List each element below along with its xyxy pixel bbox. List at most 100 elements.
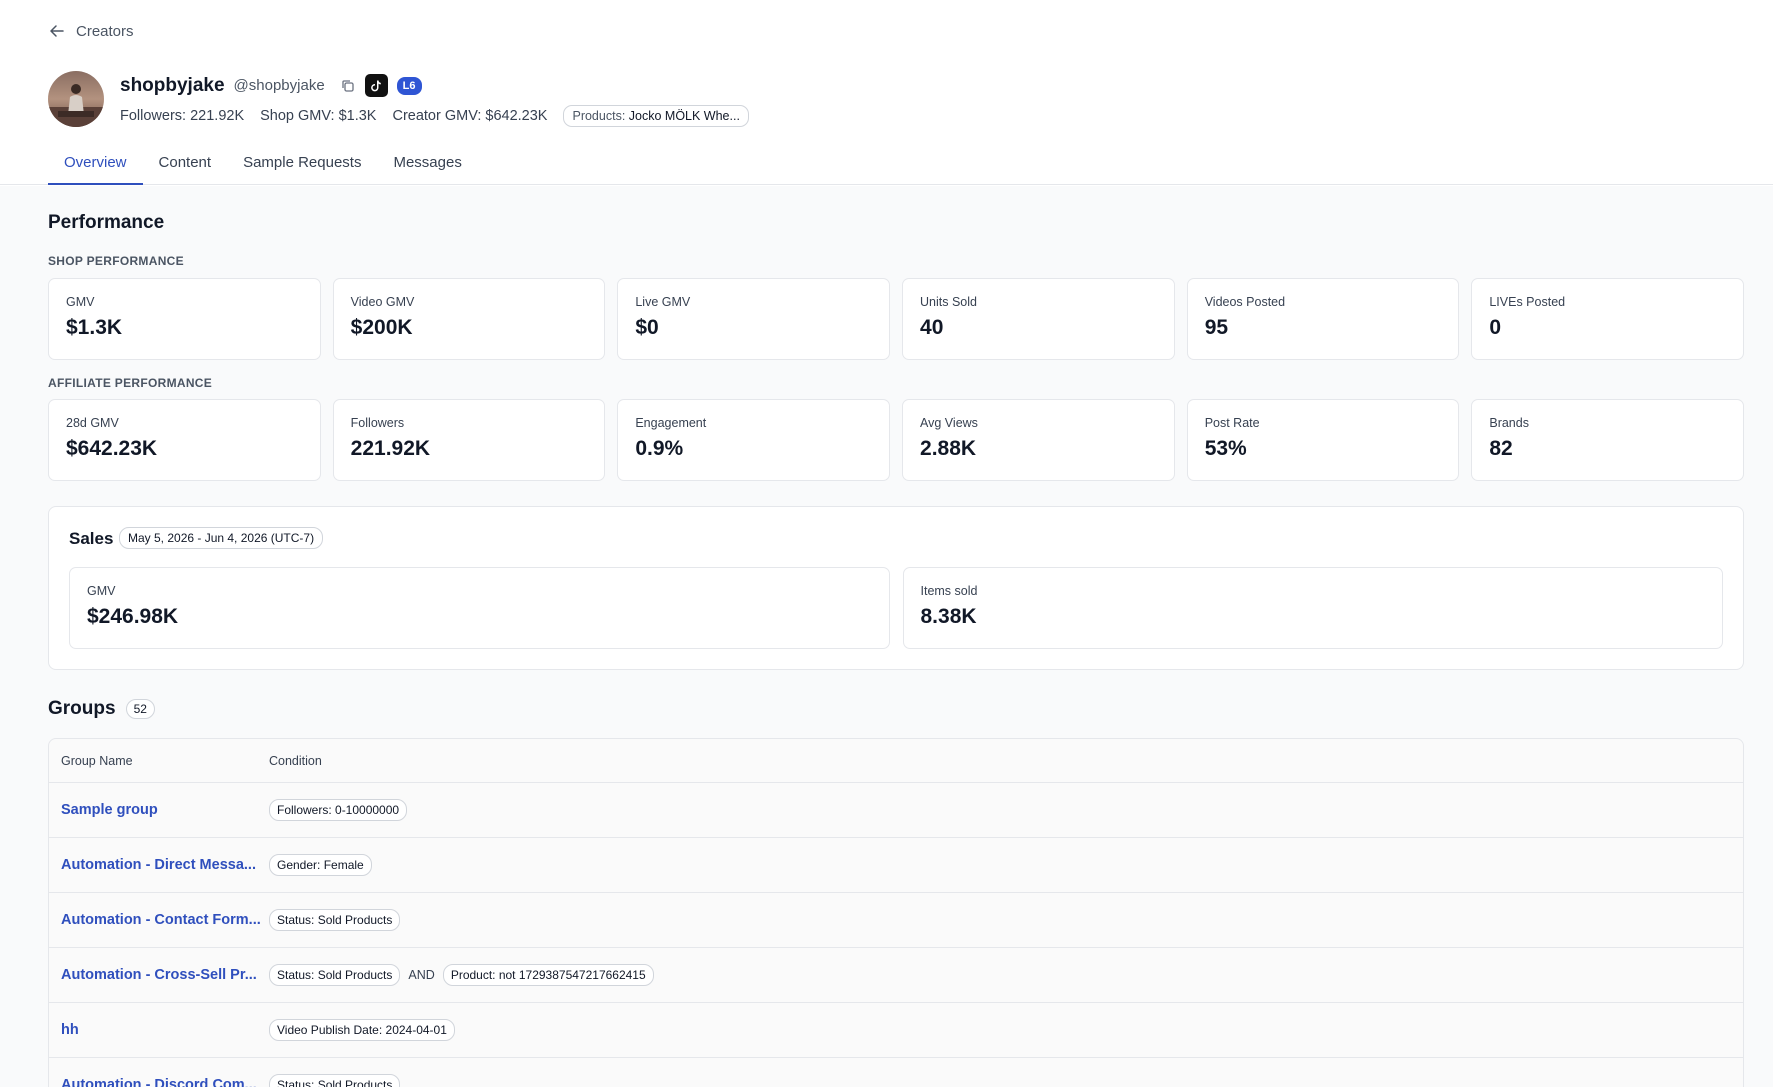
metric-label: Live GMV [635,295,691,309]
metric-value: 95 [1204,316,1229,339]
metric-card: Units Sold 40 [902,278,1175,360]
back-link[interactable]: Creators [48,22,134,40]
metric-card: Post Rate 53% [1186,399,1460,481]
groups-heading: Groups 52 [48,698,155,720]
shop-performance-label: SHOP PERFORMANCE [48,254,184,268]
group-name-link[interactable]: hh [49,1022,269,1038]
creator-handle: @shopbyjake [233,77,325,94]
table-header: Group Name Condition [49,739,1743,783]
metric-label: Engagement [635,416,707,430]
condition-operator: AND [408,968,435,982]
products-label: Products: [572,109,626,123]
condition-cell: Video Publish Date: 2024-04-01 [269,1019,455,1041]
condition-cell: Followers: 0-10000000 [269,799,408,821]
condition-chip: Video Publish Date: 2024-04-01 [269,1019,455,1041]
condition-chip: Gender: Female [269,854,372,876]
metric-card: Videos Posted 95 [1186,278,1460,360]
creator-stats: Followers: 221.92K Shop GMV: $1.3K Creat… [120,105,749,127]
condition-chip: Product: not 1729387547217662415 [442,964,654,986]
condition-cell: Status: Sold Products AND Product: not 1… [269,964,654,986]
tab-bar: Overview Content Sample Requests Message… [48,150,478,185]
metric-label: 28d GMV [66,416,119,430]
metric-value: 2.88K [920,437,977,460]
metric-card: GMV $1.3K [48,278,321,360]
creator-name: shopbyjake [120,74,225,96]
metric-label: Video GMV [350,295,415,309]
tab-messages[interactable]: Messages [377,150,477,185]
metric-card: Brands 82 [1471,399,1745,481]
metric-value: 40 [920,316,944,339]
metric-label: GMV [87,584,116,598]
sales-panel: Sales May 5, 2026 - Jun 4, 2026 (UTC-7) … [48,506,1744,670]
metric-card: Video GMV $200K [332,278,606,360]
tiktok-icon [364,74,388,97]
metric-label: Brands [1489,416,1529,430]
group-name-link[interactable]: Automation - Direct Messa... [49,857,269,873]
shop-gmv-stat: Shop GMV: $1.3K [260,108,377,124]
copy-icon[interactable] [340,78,356,94]
group-name-link[interactable]: Automation - Discord Com... [49,1077,269,1087]
back-label: Creators [76,22,134,40]
products-chip[interactable]: Products: Jocko MÖLK Whe... [563,105,749,127]
condition-chip: Status: Sold Products [269,964,401,986]
metric-card: 28d GMV $642.23K [48,399,321,481]
products-value: Jocko MÖLK Whe... [628,109,740,123]
table-row: Automation - Direct Messa... Gender: Fem… [49,838,1743,893]
metric-value: 0.9% [635,437,684,460]
metric-card: Engagement 0.9% [617,399,891,481]
metric-card: Followers 221.92K [332,399,606,481]
condition-chip: Status: Sold Products [269,1074,401,1087]
metric-card: Live GMV $0 [617,278,891,360]
condition-cell: Gender: Female [269,854,372,876]
metric-label: GMV [66,295,95,309]
metric-label: Units Sold [920,295,977,309]
groups-table: Group Name Condition Sample group Follow… [48,738,1744,1087]
metric-value: $200K [350,316,413,339]
metric-value: 221.92K [350,437,431,460]
column-group-name: Group Name [61,753,133,768]
metric-value: $642.23K [66,437,158,460]
date-range-chip[interactable]: May 5, 2026 - Jun 4, 2026 (UTC-7) [119,527,324,549]
creator-identity: shopbyjake @shopbyjake L6 [120,74,422,97]
table-row: Sample group Followers: 0-10000000 [49,783,1743,838]
group-name-link[interactable]: Automation - Contact Form... [49,912,269,928]
sales-cards: GMV $246.98K Items sold 8.38K [69,567,1723,649]
metric-label: Avg Views [920,416,978,430]
groups-title: Groups [48,698,116,719]
tab-overview[interactable]: Overview [48,150,143,185]
creator-gmv-stat: Creator GMV: $642.23K [392,108,548,124]
condition-chip: Followers: 0-10000000 [269,799,408,821]
metric-label: Followers [350,416,405,430]
condition-cell: Status: Sold Products [269,1074,401,1087]
metric-value: 53% [1204,437,1247,460]
tab-sample-requests[interactable]: Sample Requests [227,150,377,185]
metric-value: 8.38K [920,605,977,628]
metric-card: LIVEs Posted 0 [1471,278,1745,360]
metric-value: 0 [1489,316,1502,339]
table-row: Automation - Discord Com... Status: Sold… [49,1058,1743,1087]
metric-value: 82 [1489,437,1513,460]
metric-label: Videos Posted [1204,295,1286,309]
metric-label: Items sold [920,584,978,598]
affiliate-performance-cards: 28d GMV $642.23K Followers 221.92K Engagem… [48,399,1745,481]
followers-stat: Followers: 221.92K [120,108,245,124]
avatar [48,71,104,127]
sales-metric-card: GMV $246.98K [69,567,890,649]
column-condition: Condition [269,753,322,768]
shop-performance-cards: GMV $1.3K Video GMV $200K Live GMV $0 Units… [48,278,1745,360]
arrow-left-icon [50,25,64,37]
tab-content[interactable]: Content [143,150,228,185]
group-name-link[interactable]: Automation - Cross-Sell Pr... [49,967,269,983]
metric-value: $246.98K [87,605,179,628]
creator-header: Creators shopbyjake @shopbyjake L6 Follo… [0,0,1773,185]
performance-title: Performance [48,212,165,233]
level-badge: L6 [396,76,422,95]
table-row: Automation - Cross-Sell Pr... Status: So… [49,948,1743,1003]
groups-count-badge: 52 [125,699,155,719]
condition-chip: Status: Sold Products [269,909,401,931]
metric-value: $1.3K [66,316,123,339]
condition-cell: Status: Sold Products [269,909,401,931]
group-name-link[interactable]: Sample group [49,802,269,818]
metric-label: LIVEs Posted [1489,295,1566,309]
sales-title: Sales [69,529,114,548]
